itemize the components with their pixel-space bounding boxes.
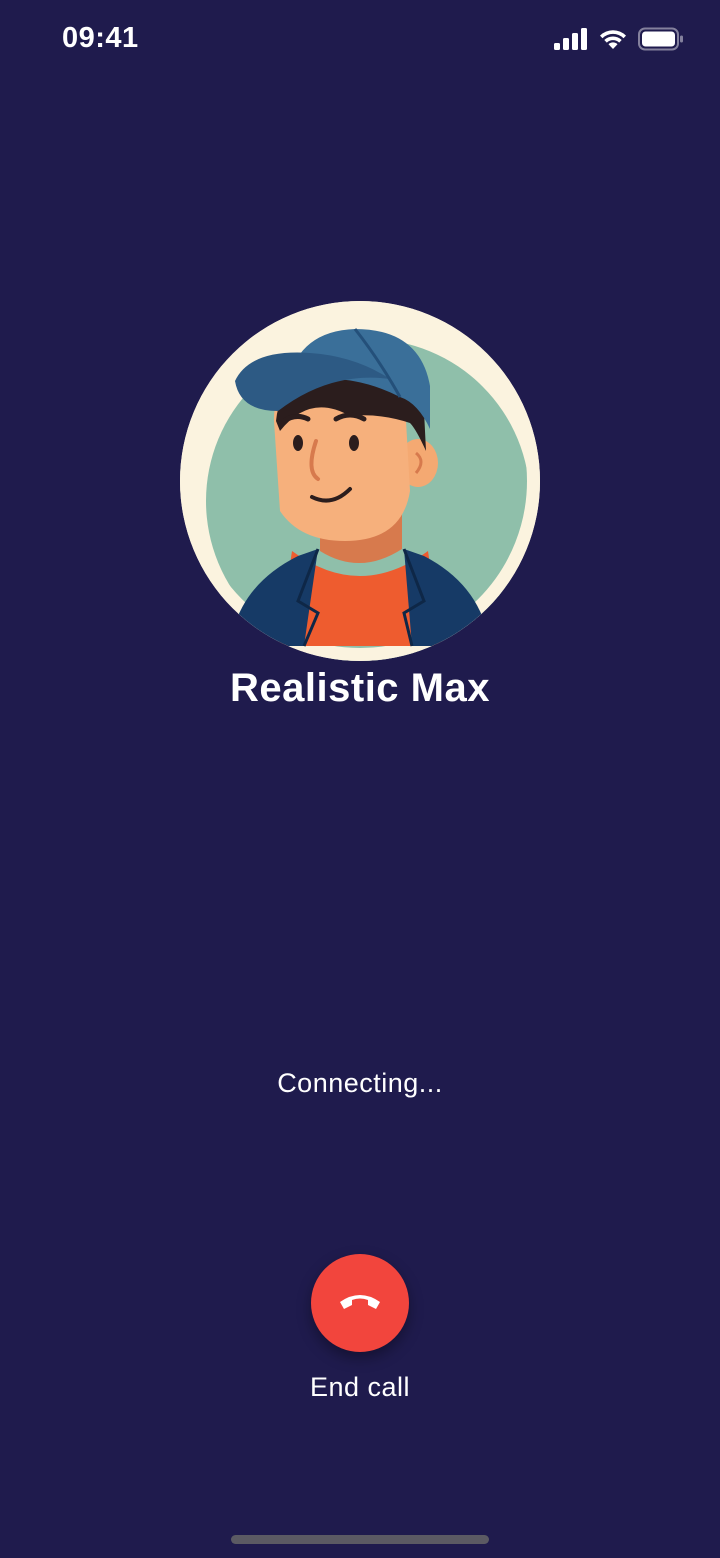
home-indicator[interactable] [231, 1535, 489, 1544]
end-call-label: End call [309, 1372, 411, 1402]
caller-avatar [180, 301, 540, 661]
status-time: 09:41 [62, 22, 139, 54]
call-screen: 09:41 Realistic Max Connecting... End ca… [0, 0, 720, 1558]
battery-icon [638, 27, 684, 51]
wifi-icon [598, 28, 628, 50]
status-icons [554, 26, 684, 52]
phone-hangup-icon [338, 1290, 382, 1317]
end-call-button[interactable] [311, 1254, 409, 1352]
caller-name: Realistic Max [230, 666, 490, 710]
status-bar: 09:41 [0, 0, 720, 80]
cellular-signal-icon [554, 28, 588, 50]
call-status-text: Connecting... [277, 1068, 443, 1098]
